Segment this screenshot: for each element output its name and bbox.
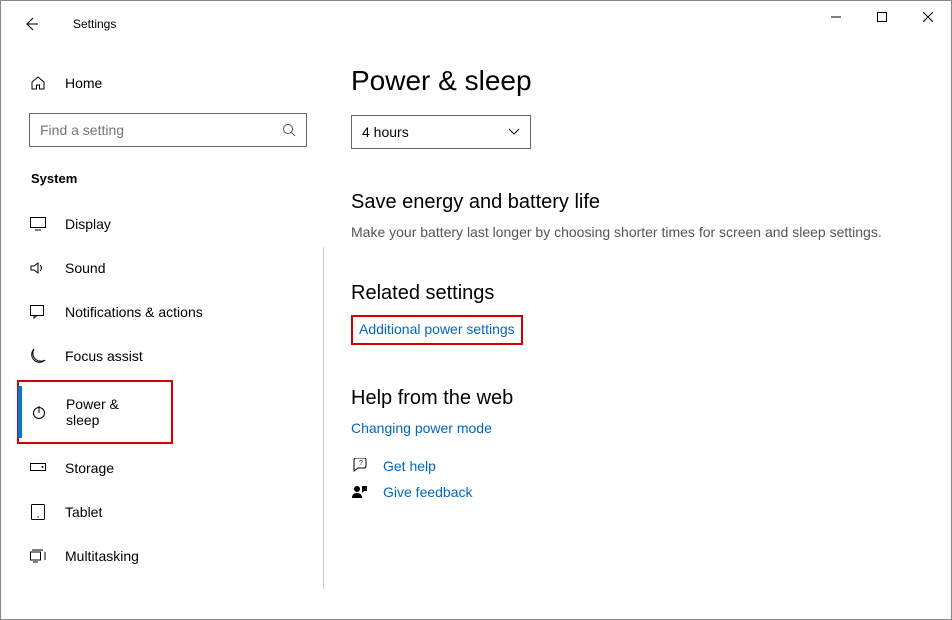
sleep-dropdown[interactable]: 4 hours	[351, 115, 531, 149]
sidebar-item-label: Multitasking	[65, 548, 139, 564]
back-button[interactable]	[19, 12, 43, 36]
svg-text:?: ?	[359, 460, 363, 467]
sidebar-item-power-sleep[interactable]: Power & sleep	[17, 380, 173, 444]
category-label: System	[1, 161, 323, 202]
feedback-icon	[351, 484, 369, 500]
search-field[interactable]	[40, 122, 282, 138]
display-icon	[29, 217, 47, 231]
sidebar-item-label: Focus assist	[65, 348, 143, 364]
close-button[interactable]	[905, 1, 951, 33]
energy-section-desc: Make your battery last longer by choosin…	[351, 224, 923, 240]
search-input[interactable]	[29, 113, 307, 147]
sidebar-item-label: Tablet	[65, 504, 102, 520]
dropdown-value: 4 hours	[362, 124, 409, 140]
minimize-button[interactable]	[813, 1, 859, 33]
sidebar-item-label: Display	[65, 216, 111, 232]
sidebar-item-tablet[interactable]: Tablet	[1, 490, 323, 534]
tablet-icon	[29, 504, 47, 520]
sound-icon	[29, 261, 47, 275]
related-section-title: Related settings	[351, 282, 923, 305]
home-nav[interactable]: Home	[1, 67, 323, 99]
additional-power-settings-link[interactable]: Additional power settings	[359, 321, 515, 337]
sidebar-item-focus-assist[interactable]: Focus assist	[1, 334, 323, 378]
get-help-icon: ?	[351, 458, 369, 474]
home-icon	[29, 75, 47, 91]
multitasking-icon	[29, 549, 47, 563]
scroll-indicator	[323, 247, 324, 589]
get-help-link[interactable]: Get help	[383, 458, 436, 474]
home-label: Home	[65, 75, 102, 91]
maximize-button[interactable]	[859, 1, 905, 33]
page-title: Power & sleep	[351, 65, 923, 97]
sidebar-item-label: Notifications & actions	[65, 304, 203, 320]
sidebar: Home System Display Sound Notifications …	[1, 47, 323, 619]
help-section-title: Help from the web	[351, 387, 923, 410]
energy-section-title: Save energy and battery life	[351, 191, 923, 214]
sidebar-item-label: Sound	[65, 260, 105, 276]
give-feedback-link[interactable]: Give feedback	[383, 484, 473, 500]
sidebar-item-multitasking[interactable]: Multitasking	[1, 534, 323, 578]
notifications-icon	[29, 305, 47, 319]
app-title: Settings	[73, 17, 116, 31]
power-icon	[31, 404, 48, 420]
focus-assist-icon	[29, 348, 47, 364]
sidebar-item-label: Storage	[65, 460, 114, 476]
chevron-down-icon	[508, 128, 520, 136]
search-icon	[282, 123, 296, 137]
sidebar-item-notifications[interactable]: Notifications & actions	[1, 290, 323, 334]
main-content: Power & sleep 4 hours Save energy and ba…	[323, 47, 951, 619]
sidebar-item-sound[interactable]: Sound	[1, 246, 323, 290]
sidebar-item-display[interactable]: Display	[1, 202, 323, 246]
storage-icon	[29, 463, 47, 473]
changing-power-mode-link[interactable]: Changing power mode	[351, 420, 492, 436]
sidebar-item-storage[interactable]: Storage	[1, 446, 323, 490]
sidebar-item-label: Power & sleep	[66, 396, 151, 428]
